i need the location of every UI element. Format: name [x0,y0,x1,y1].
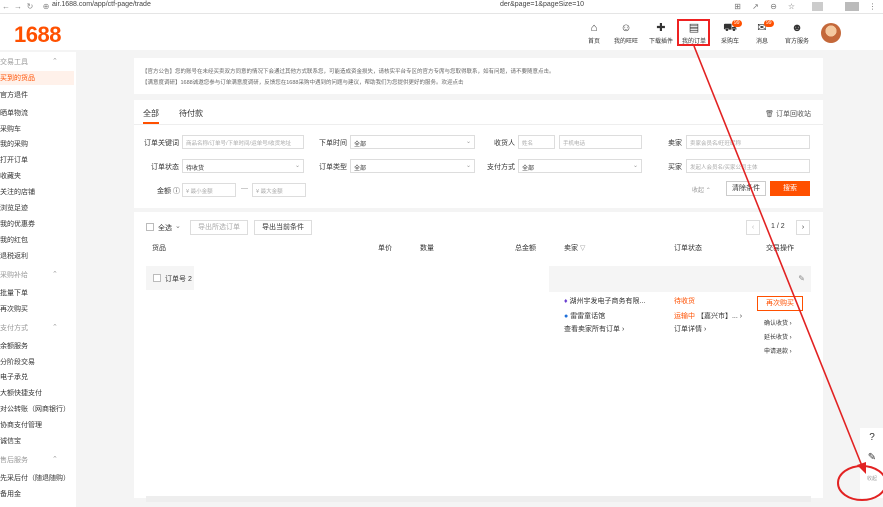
annotation-arrow-head [857,462,866,474]
annotation-overlay [693,45,883,501]
annotation-arrow-line [693,45,863,467]
annotation-circle [837,465,883,501]
